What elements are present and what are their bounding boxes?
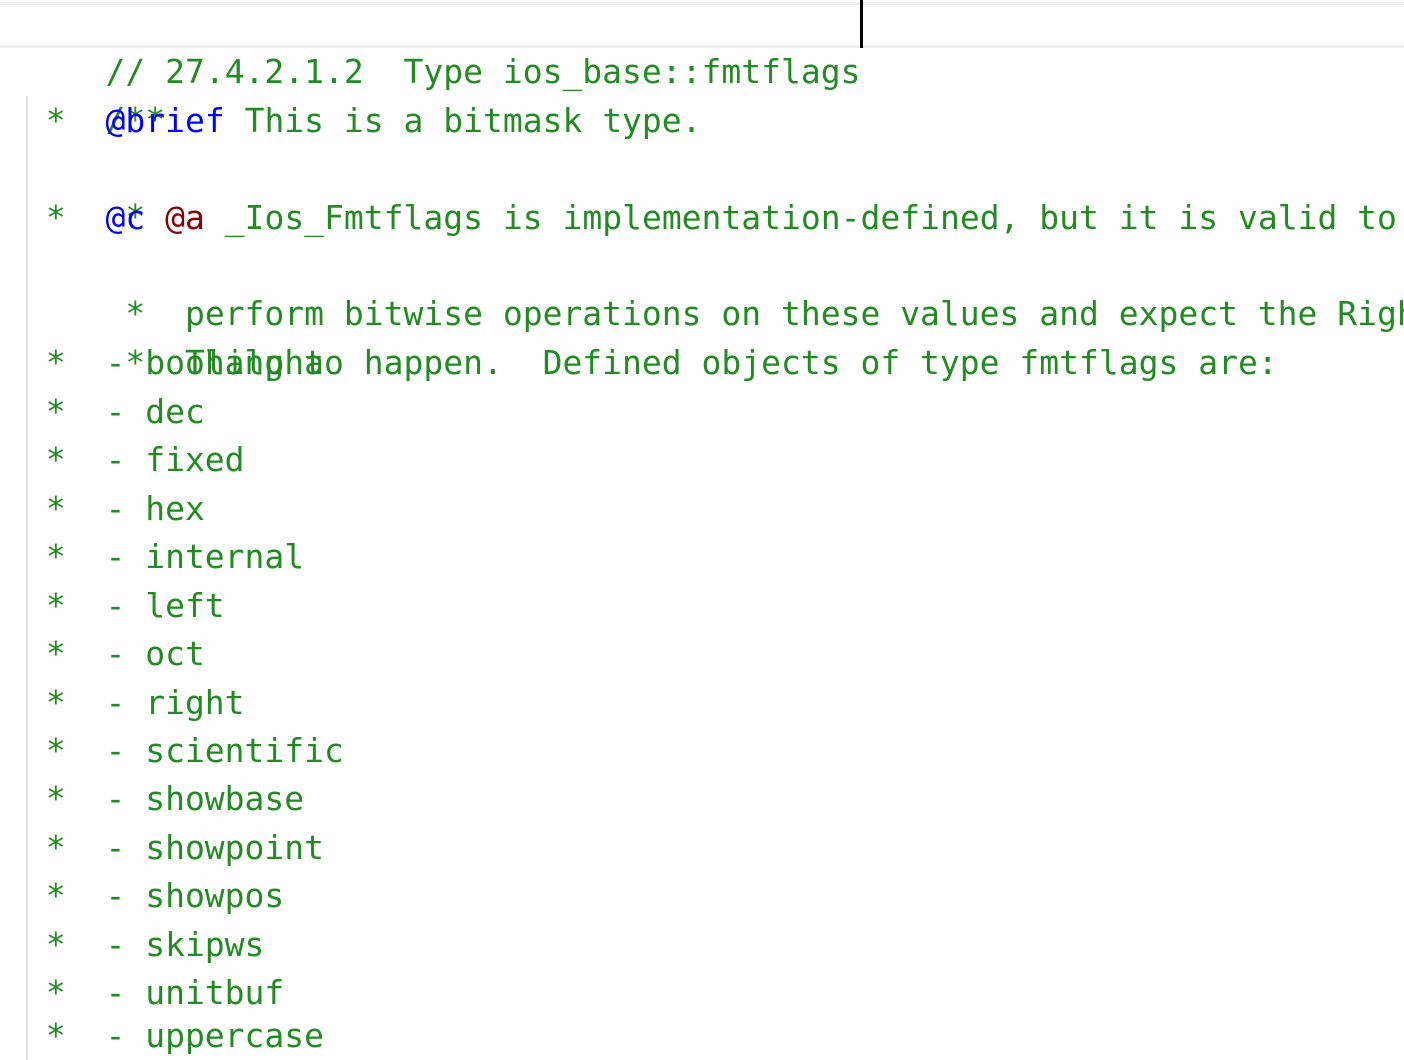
doc-tag-brief: @brief (105, 101, 225, 140)
code-line-1[interactable]: // 27.4.2.1.2 Type ios_base::fmtflags (26, 0, 864, 91)
flag-line[interactable]: * - hex (26, 485, 205, 533)
flag-line[interactable]: * - skipws (26, 921, 265, 969)
flag-line[interactable]: * - uppercase (26, 1012, 324, 1060)
code-line-7[interactable]: * Thing to happen. Defined objects of ty… (26, 291, 1277, 382)
flag-item: * - boolalpha (26, 343, 325, 382)
code-editor[interactable]: // 27.4.2.1.2 Type ios_base::fmtflags /*… (0, 0, 1404, 1060)
flag-line[interactable]: * - oct (26, 630, 205, 678)
flag-item: * - hex (26, 489, 205, 528)
flag-line[interactable]: * - showpos (26, 872, 284, 920)
flag-item: * - internal (26, 537, 305, 576)
code-line-5[interactable]: * @c @a _Ios_Fmtflags is implementation-… (26, 194, 1397, 242)
code-line-6[interactable]: * perform bitwise operations on these va… (26, 242, 1404, 333)
flag-line[interactable]: * - scientific (26, 727, 344, 775)
flag-line[interactable]: * - unitbuf (26, 969, 284, 1017)
flag-item: * - right (26, 683, 245, 722)
flag-item: * - showpos (26, 876, 285, 915)
flag-item: * - scientific (26, 731, 344, 770)
doc-tag-a: @a (165, 198, 205, 237)
comment-text: _Ios_Fmtflags is implementation-defined,… (204, 198, 1397, 237)
brief-text: This is a bitmask type. (224, 101, 702, 140)
flag-line[interactable]: * - showbase (26, 775, 304, 823)
flag-item: * - showbase (26, 779, 305, 818)
section-comment: // 27.4.2.1.2 Type ios_base::fmtflags (105, 52, 861, 91)
flag-line[interactable]: * - right (26, 679, 245, 727)
comment-star: * (26, 101, 106, 140)
text-caret (860, 0, 864, 48)
comment-star: * (26, 198, 106, 237)
flag-item: * - uppercase (26, 1016, 325, 1055)
code-line-2[interactable]: /** (26, 48, 165, 139)
flag-line[interactable]: * - dec (26, 388, 205, 436)
flag-line[interactable]: * - showpoint (26, 824, 324, 872)
flag-item: * - showpoint (26, 828, 325, 867)
doc-tag-c: @c (105, 198, 146, 237)
flag-item: * - left (26, 586, 225, 625)
flag-line[interactable]: * - fixed (26, 436, 245, 484)
flag-item: * - skipws (26, 925, 265, 964)
flag-item: * - unitbuf (26, 973, 285, 1012)
code-line-4[interactable]: * (26, 145, 145, 236)
code-line-3[interactable]: * @brief This is a bitmask type. (26, 97, 702, 145)
flag-line[interactable]: * - left (26, 582, 225, 630)
flag-item: * - oct (26, 634, 205, 673)
flag-line[interactable]: * - internal (26, 533, 304, 581)
flag-item: * - dec (26, 392, 205, 431)
flag-item: * - fixed (26, 440, 245, 479)
flag-line[interactable]: * - boolalpha (26, 339, 324, 387)
